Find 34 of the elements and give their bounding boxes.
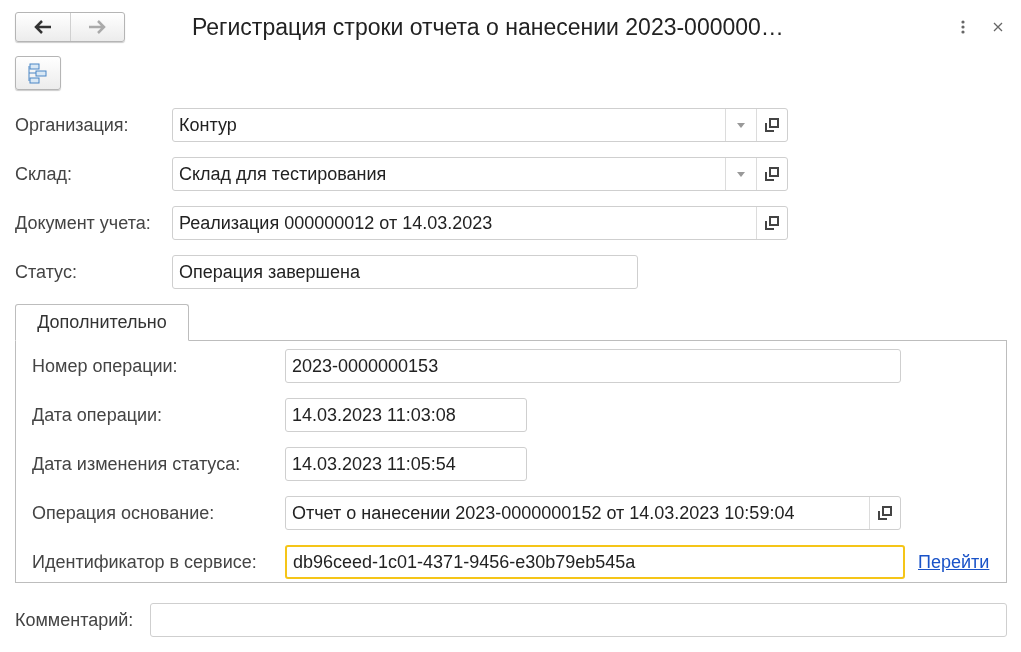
field-label: Дата изменения статуса:: [32, 453, 242, 475]
comment-field[interactable]: [150, 603, 1007, 637]
input-field[interactable]: 2023-0000000153: [285, 349, 901, 383]
field-label: Документ учета:: [15, 212, 152, 234]
input-field[interactable]: Реализация 000000012 от 14.03.2023: [172, 206, 788, 240]
open-window-icon: [765, 167, 779, 181]
open-window-icon: [765, 118, 779, 132]
input-field[interactable]: 14.03.2023 11:03:08: [285, 398, 527, 432]
field-label: Склад:: [15, 163, 74, 185]
input-field[interactable]: Контур: [172, 108, 788, 142]
input-field[interactable]: 14.03.2023 11:05:54: [285, 447, 527, 481]
field-label: Номер операции:: [32, 355, 179, 377]
window-title: Регистрация строки отчета о нанесении 2023-000000…: [192, 13, 785, 41]
field-label: Комментарий:: [15, 609, 135, 631]
open-window-icon: [878, 506, 892, 520]
caret-icon: [737, 122, 745, 128]
go-link[interactable]: Перейти: [918, 551, 1006, 573]
forward-arrow-icon: [88, 20, 107, 34]
input-field[interactable]: db96ceed-1c01-4371-9456-e30b79eb545a: [285, 545, 905, 579]
field-label: Операция основание:: [32, 502, 216, 524]
structure-icon: [27, 62, 49, 84]
field-label: Организация:: [15, 114, 130, 136]
field-label: Идентификатор в сервисе:: [32, 551, 258, 573]
field-label: Дата операции:: [32, 404, 164, 426]
back-arrow-icon: [33, 20, 52, 34]
tab[interactable]: Дополнительно: [15, 304, 189, 341]
caret-icon: [737, 171, 745, 177]
field-label: Статус:: [15, 261, 78, 283]
input-field[interactable]: Отчет о нанесении 2023-0000000152 от 14.03.2023 10:59:04: [285, 496, 901, 530]
open-window-icon: [765, 216, 779, 230]
more-icon: [961, 20, 965, 34]
input-field[interactable]: Операция завершена: [172, 255, 638, 289]
close-icon: [993, 22, 1003, 32]
input-field[interactable]: Склад для тестирования: [172, 157, 788, 191]
